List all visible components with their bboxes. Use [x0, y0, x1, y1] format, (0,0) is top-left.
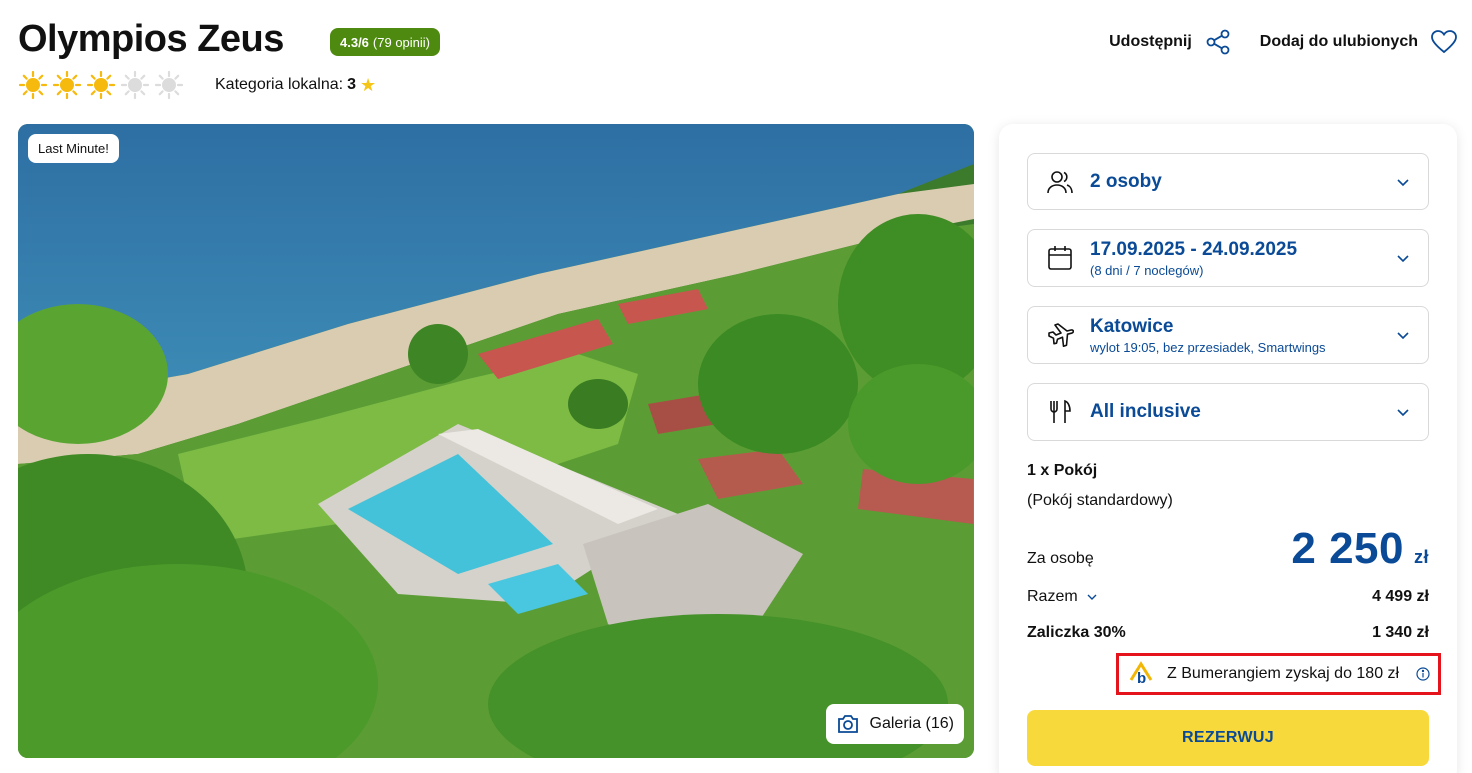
heart-icon: [1431, 30, 1457, 54]
dates-select[interactable]: 17.09.2025 - 24.09.2025 (8 dni / 7 nocle…: [1027, 229, 1429, 287]
share-label: Udostępnij: [1109, 33, 1192, 50]
share-icon: [1206, 29, 1230, 55]
dates-sub: (8 dni / 7 noclegów): [1090, 262, 1204, 278]
deposit-label: Zaliczka 30%: [1027, 624, 1126, 641]
camera-icon: [837, 715, 858, 733]
chevron-down-icon: [1087, 594, 1097, 600]
departure-select[interactable]: Katowice wylot 19:05, bez przesiadek, Sm…: [1027, 306, 1429, 364]
hotel-title: Olympios Zeus: [18, 18, 284, 60]
room-count: 1 x Pokój: [1027, 462, 1098, 479]
local-category-label: Kategoria lokalna:: [215, 76, 344, 93]
total-toggle[interactable]: Razem: [1027, 588, 1098, 606]
calendar-icon: [1048, 246, 1072, 270]
bumerang-promo[interactable]: b Z Bumerangiem zyskaj do 180 zł: [1116, 653, 1441, 695]
sun-icon: [86, 70, 116, 100]
bumerang-logo-icon: b: [1128, 661, 1154, 687]
board-select[interactable]: All inclusive: [1027, 383, 1429, 441]
per-person-amount: 2 250: [1291, 524, 1404, 573]
info-icon[interactable]: [1416, 667, 1430, 681]
gallery-label: Galeria (16): [869, 715, 954, 732]
room-type: (Pokój standardowy): [1027, 492, 1173, 509]
rating-reviews: (79 opinii): [372, 34, 431, 50]
star-icon: ★: [360, 75, 377, 95]
share-button[interactable]: Udostępnij: [1109, 28, 1232, 56]
persons-value: 2 osoby: [1090, 170, 1162, 192]
sun-empty-icon: [154, 70, 184, 100]
header-actions: Udostępnij Dodaj do ulubionych: [1109, 28, 1458, 56]
dates-value: 17.09.2025 - 24.09.2025: [1090, 238, 1298, 260]
chevron-down-icon: [1397, 178, 1409, 186]
per-person-label: Za osobę: [1027, 550, 1094, 567]
persons-select[interactable]: 2 osoby: [1027, 153, 1429, 210]
bumerang-text: Z Bumerangiem zyskaj do 180 zł: [1167, 665, 1400, 682]
chevron-down-icon: [1397, 332, 1409, 340]
departure-sub: wylot 19:05, bez przesiadek, Smartwings: [1090, 339, 1326, 355]
total-value: 4 499 zł: [1372, 588, 1429, 605]
chevron-down-icon: [1397, 409, 1409, 417]
currency-label: zł: [1413, 547, 1429, 567]
chevron-down-icon: [1397, 255, 1409, 263]
favorite-label: Dodaj do ulubionych: [1259, 33, 1418, 50]
board-value: All inclusive: [1090, 401, 1201, 422]
favorite-button[interactable]: Dodaj do ulubionych: [1260, 28, 1458, 56]
last-minute-tag: Last Minute!: [28, 134, 119, 163]
total-row: Razem 4 499 zł: [1027, 588, 1429, 606]
book-button[interactable]: REZERWUJ: [1027, 710, 1429, 766]
people-icon: [1047, 170, 1073, 193]
plane-icon: [1048, 323, 1074, 347]
deposit-value: 1 340 zł: [1372, 624, 1429, 641]
rating-badge[interactable]: 4.3/6 (79 opinii): [330, 28, 441, 56]
deposit-row: Zaliczka 30% 1 340 zł: [1027, 624, 1429, 642]
booking-panel: 2 osoby 17.09.2025 - 24.09.2025 (8 dni /…: [999, 124, 1457, 773]
hotel-stars: [18, 70, 184, 100]
gallery-button[interactable]: Galeria (16): [825, 704, 964, 744]
hotel-photo[interactable]: Last Minute! Galeria (16): [18, 124, 974, 758]
svg-text:b: b: [1137, 670, 1146, 687]
sun-icon: [52, 70, 82, 100]
sun-icon: [18, 70, 48, 100]
fork-knife-icon: [1050, 399, 1071, 423]
local-category-value: 3: [347, 76, 356, 93]
sun-empty-icon: [120, 70, 150, 100]
per-person-row: Za osobę 2 250 zł: [1027, 524, 1429, 574]
departure-value: Katowice: [1090, 315, 1174, 337]
hotel-aerial-image: [18, 124, 974, 758]
per-person-price: 2 250 zł: [1291, 524, 1429, 574]
total-label: Razem: [1027, 588, 1078, 605]
local-category: Kategoria lokalna: 3 ★: [215, 76, 376, 94]
rating-score: 4.3/6: [340, 34, 369, 50]
